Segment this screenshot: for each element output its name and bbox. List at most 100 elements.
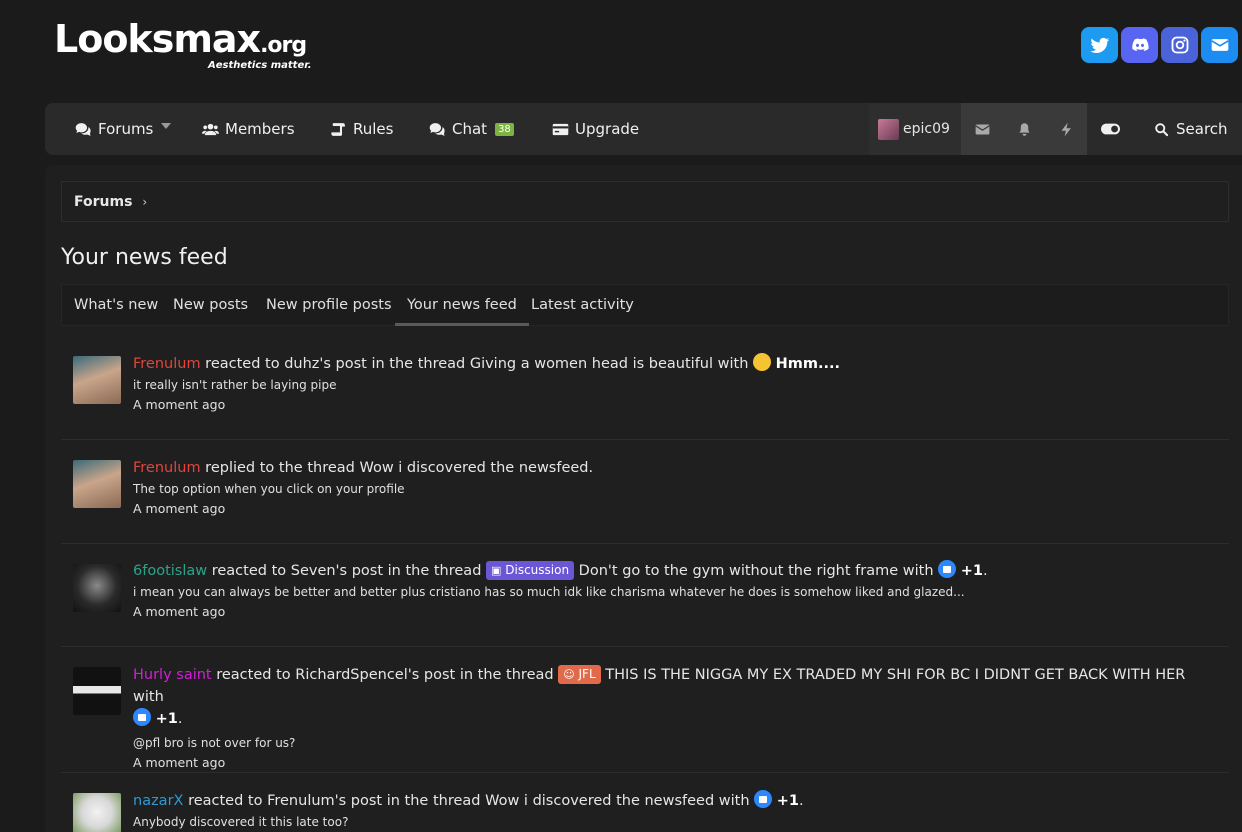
comments-icon <box>75 122 91 136</box>
logo-tld: .org <box>260 33 307 58</box>
prefix-label: JFL <box>578 667 596 681</box>
chevron-right-icon: › <box>142 194 148 209</box>
list-item: 6footislaw reacted to Seven's post in th… <box>61 544 1229 647</box>
nav-rules[interactable]: Rules <box>330 103 393 155</box>
nav-members[interactable]: Members <box>202 103 295 155</box>
logo-tagline: Aesthetics matter. <box>208 60 312 71</box>
avatar[interactable] <box>73 564 121 612</box>
post-snippet: @pfl bro is not over for us? <box>133 736 296 750</box>
discord-icon <box>1131 38 1149 51</box>
reaction-label: Hmm.... <box>775 356 841 372</box>
nav-forums[interactable]: Forums <box>75 103 153 155</box>
breadcrumb-forums[interactable]: Forums <box>74 194 132 210</box>
breadcrumb: Forums › <box>61 181 1229 222</box>
user-link[interactable]: Frenulum <box>133 356 201 372</box>
tab-your-news-feed[interactable]: Your news feed <box>395 285 529 326</box>
chevron-down-icon[interactable] <box>161 123 171 129</box>
page-body: Forums › Your news feed What's new New p… <box>45 165 1242 832</box>
post-snippet: it really isn't rather be laying pipe <box>133 378 337 392</box>
feed-text[interactable]: replied to the thread Wow i discovered t… <box>201 460 593 476</box>
chat-count-badge: 38 <box>495 122 514 136</box>
like-icon <box>754 790 773 808</box>
timestamp[interactable]: A moment ago <box>133 601 1213 623</box>
discord-button[interactable] <box>1121 27 1158 63</box>
site-logo[interactable]: Looksmax.org Aesthetics matter. <box>54 17 312 71</box>
search-button[interactable]: Search <box>1153 103 1228 155</box>
prefix-label: Discussion <box>505 563 570 577</box>
timestamp[interactable]: A moment ago <box>133 752 1213 774</box>
nav-members-label: Members <box>225 120 295 138</box>
twitter-button[interactable] <box>1081 27 1118 63</box>
social-links <box>1081 27 1238 63</box>
user-link[interactable]: Hurly saint <box>133 667 212 683</box>
nav-upgrade[interactable]: Upgrade <box>552 103 639 155</box>
like-icon <box>938 560 957 578</box>
post-snippet: i mean you can always be better and bett… <box>133 585 965 599</box>
user-menu[interactable]: epic09 <box>869 103 961 155</box>
reaction-label: +1 <box>776 793 799 809</box>
avatar[interactable] <box>73 356 121 404</box>
style-toggle[interactable] <box>1089 103 1131 155</box>
nav-rules-label: Rules <box>353 120 394 138</box>
instagram-icon <box>1171 36 1188 54</box>
avatar[interactable] <box>73 460 121 508</box>
thinking-emoji-icon <box>753 353 772 371</box>
nav-upgrade-label: Upgrade <box>575 120 640 138</box>
tab-new-posts[interactable]: New posts <box>161 285 260 326</box>
feed-text[interactable]: reacted to duhz's post in the thread Giv… <box>201 356 753 372</box>
discussion-prefix-badge[interactable]: ▣ Discussion <box>486 561 575 580</box>
instagram-button[interactable] <box>1161 27 1198 63</box>
site-header: Looksmax.org Aesthetics matter. <box>0 0 1242 100</box>
envelope-icon <box>974 124 990 134</box>
page-title: Your news feed <box>61 245 228 270</box>
users-icon <box>202 123 219 135</box>
user-link[interactable]: 6footislaw <box>133 563 207 579</box>
search-label: Search <box>1176 120 1228 138</box>
tab-whats-new[interactable]: What's new <box>62 285 170 326</box>
list-item: nazarX reacted to Frenulum's post in the… <box>61 773 1229 832</box>
chat-icon <box>429 122 445 136</box>
tab-latest-activity[interactable]: Latest activity <box>519 285 646 326</box>
nav-chat[interactable]: Chat 38 <box>429 103 514 155</box>
avatar[interactable] <box>73 793 121 832</box>
reaction-label: +1 <box>155 711 178 727</box>
jfl-prefix-badge[interactable]: ☺ JFL <box>558 665 601 684</box>
timestamp[interactable]: A moment ago <box>133 498 1213 520</box>
scroll-icon <box>331 122 345 136</box>
list-item: Frenulum reacted to duhz's post in the t… <box>61 340 1229 440</box>
laugh-icon: ☺ <box>563 668 575 681</box>
feed-text[interactable]: reacted to Frenulum's post in the thread… <box>183 793 754 809</box>
avatar <box>878 118 899 140</box>
feed-text[interactable]: Don't go to the gym without the right fr… <box>574 563 938 579</box>
user-link[interactable]: nazarX <box>133 793 183 809</box>
alerts-button[interactable] <box>1003 103 1045 155</box>
nav-forums-label: Forums <box>98 120 154 138</box>
logo-name: Looksmax <box>54 17 261 61</box>
tab-new-profile-posts[interactable]: New profile posts <box>254 285 404 326</box>
main-navbar: Forums Members Rules Chat 38 Upgrade epi… <box>45 103 1242 155</box>
twitter-icon <box>1089 37 1109 53</box>
avatar[interactable] <box>73 667 121 715</box>
toggle-icon <box>1100 123 1120 135</box>
nav-chat-label: Chat <box>452 120 488 138</box>
envelope-icon <box>1210 39 1229 51</box>
username-label: epic09 <box>903 121 950 137</box>
list-item: Hurly saint reacted to RichardSpencel's … <box>61 647 1229 773</box>
search-icon <box>1155 122 1169 136</box>
feed-text[interactable]: reacted to RichardSpencel's post in the … <box>212 667 559 683</box>
list-item: Frenulum replied to the thread Wow i dis… <box>61 440 1229 544</box>
inbox-button[interactable] <box>961 103 1003 155</box>
credit-card-icon <box>552 123 569 135</box>
tab-bar: What's new New posts New profile posts Y… <box>61 284 1229 326</box>
bell-icon <box>1019 122 1029 136</box>
whats-new-button[interactable] <box>1045 103 1087 155</box>
post-snippet: The top option when you click on your pr… <box>133 482 405 496</box>
feed-text[interactable]: reacted to Seven's post in the thread <box>207 563 486 579</box>
bolt-icon <box>1061 122 1071 136</box>
reaction-label: +1 <box>960 563 984 579</box>
user-link[interactable]: Frenulum <box>133 460 201 476</box>
email-button[interactable] <box>1201 27 1238 63</box>
timestamp[interactable]: A moment ago <box>133 394 1213 416</box>
like-icon <box>133 708 151 726</box>
post-snippet: Anybody discovered it this late too? <box>133 815 349 829</box>
